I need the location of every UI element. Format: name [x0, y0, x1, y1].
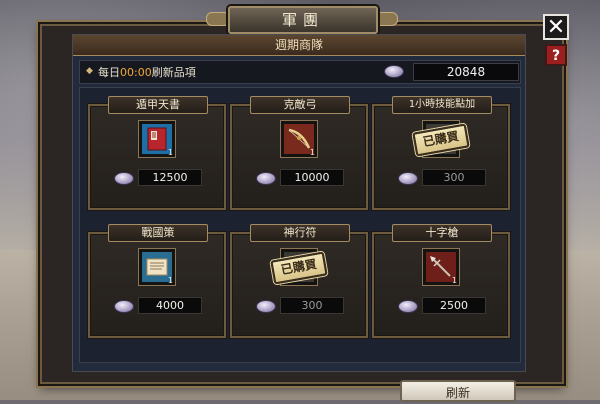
item-price: 300	[422, 169, 486, 186]
purchased-stamp: 已購買	[270, 251, 328, 285]
close-button[interactable]: ✕	[543, 14, 569, 40]
refresh-button[interactable]: 刷新	[400, 380, 516, 402]
item-quantity: 1	[167, 148, 173, 157]
window-title: 軍團	[228, 6, 378, 34]
silver-coin-icon	[114, 300, 134, 313]
shop-item-card[interactable]: 十字槍 1 2500	[372, 224, 510, 338]
item-name: 神行符	[250, 224, 350, 242]
diamond-bullet-icon: ◆	[86, 66, 93, 76]
item-quantity: 1	[167, 276, 173, 285]
title-ornament-left	[206, 12, 230, 26]
item-slot[interactable]: 1	[138, 120, 176, 158]
item-slot[interactable]: 1	[280, 120, 318, 158]
silver-coin-icon	[256, 300, 276, 313]
item-name: 戰國策	[108, 224, 208, 242]
refresh-info-text: 每日00:00刷新品項	[98, 66, 196, 79]
purchased-stamp: 已購買	[412, 123, 470, 157]
item-slot[interactable]: 1	[138, 248, 176, 286]
item-name: 遁甲天書	[108, 96, 208, 114]
shop-item-card[interactable]: 1小時技能點加 已購買 300	[372, 96, 510, 210]
item-slot[interactable]: 1	[422, 248, 460, 286]
item-name: 克敵弓	[250, 96, 350, 114]
item-quantity: 1	[309, 148, 315, 157]
items-grid: 遁甲天書 1 12500 克敵弓 1 10000 1小時技能點加 已購買 300…	[79, 87, 521, 402]
item-price: 4000	[138, 297, 202, 314]
item-name: 十字槍	[392, 224, 492, 242]
caravan-shop-panel: 週期商隊 ◆ 每日00:00刷新品項 20848 遁甲天書 1 12500 克敵…	[72, 34, 526, 402]
item-price: 12500	[138, 169, 202, 186]
shop-item-card[interactable]: 克敵弓 1 10000	[230, 96, 368, 210]
shop-item-card[interactable]: 神行符 已購買 300	[230, 224, 368, 338]
item-price: 2500	[422, 297, 486, 314]
item-price: 300	[280, 297, 344, 314]
silver-coin-icon	[256, 172, 276, 185]
silver-coin-icon	[398, 172, 418, 185]
item-quantity: 1	[451, 276, 457, 285]
shop-item-card[interactable]: 戰國策 1 4000	[88, 224, 226, 338]
shop-item-card[interactable]: 遁甲天書 1 12500	[88, 96, 226, 210]
help-button[interactable]: ?	[545, 44, 567, 66]
silver-coin-icon	[384, 65, 404, 78]
info-bar: ◆ 每日00:00刷新品項 20848	[79, 60, 521, 84]
silver-coin-icon	[398, 300, 418, 313]
item-name: 1小時技能點加	[392, 96, 492, 114]
item-price: 10000	[280, 169, 344, 186]
silver-coin-icon	[114, 172, 134, 185]
currency-balance: 20848	[413, 63, 519, 81]
panel-title: 週期商隊	[73, 35, 525, 56]
